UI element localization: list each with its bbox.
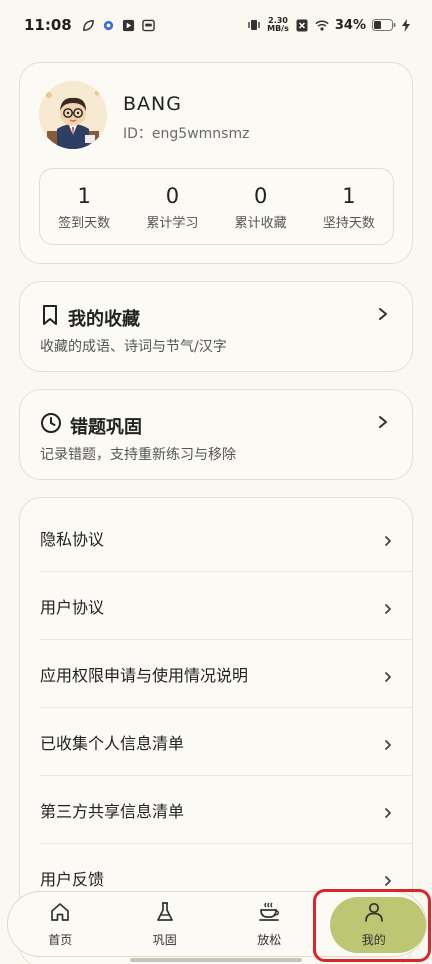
clock-icon <box>40 412 62 439</box>
leaf-app-icon <box>82 18 96 32</box>
stats-box: 1 签到天数 0 累计学习 0 累计收藏 1 坚持天数 <box>39 168 394 245</box>
status-bar: 11:08 2.30 MB/s 34% <box>0 0 432 50</box>
list-item-label: 隐私协议 <box>40 529 105 549</box>
flask-icon <box>154 901 176 927</box>
stat-label: 累计收藏 <box>234 215 287 231</box>
stat-label: 累计学习 <box>146 215 199 231</box>
list-item-privacy-policy[interactable]: 隐私协议 <box>40 504 412 572</box>
battery-percent: 34% <box>334 17 366 33</box>
list-item-collected-info[interactable]: 已收集个人信息清单 <box>40 708 412 776</box>
list-item-user-agreement[interactable]: 用户协议 <box>40 572 412 640</box>
list-item-label: 第三方共享信息清单 <box>40 801 185 821</box>
mistakes-title: 错题巩固 <box>40 412 142 439</box>
favorites-title-text: 我的收藏 <box>68 308 140 330</box>
stat-label: 坚持天数 <box>322 215 375 231</box>
net-speed-unit: MB/s <box>267 24 289 33</box>
stat-label: 签到天数 <box>58 215 111 231</box>
tab-mine[interactable]: 我的 <box>322 892 427 956</box>
tab-home[interactable]: 首页 <box>8 892 113 956</box>
chevron-right-icon <box>382 872 394 886</box>
username: BANG <box>123 93 182 115</box>
charging-icon <box>402 18 410 32</box>
chevron-right-icon <box>376 414 390 428</box>
stat-total-study: 0 累计学习 <box>128 169 216 244</box>
play-app-icon <box>122 18 136 32</box>
mistakes-title-text: 错题巩固 <box>70 416 142 438</box>
status-right: 2.30 MB/s 34% <box>247 17 410 33</box>
bottom-nav: 首页 巩固 放松 我的 <box>7 891 427 957</box>
list-item-label: 用户反馈 <box>40 870 105 889</box>
profile-card: BANG ID：eng5wmnsmz 1 签到天数 0 累计学习 0 累计收藏 … <box>19 62 413 264</box>
chevron-right-icon <box>382 736 394 750</box>
chevron-right-icon <box>382 600 394 614</box>
list-item-label: 用户协议 <box>40 597 105 617</box>
user-id: ID：eng5wmnsmz <box>123 126 250 142</box>
tab-label: 首页 <box>48 932 73 947</box>
chevron-right-icon <box>382 532 394 546</box>
tab-review[interactable]: 巩固 <box>113 892 218 956</box>
favorites-desc: 收藏的成语、诗词与节气/汉字 <box>40 339 227 355</box>
message-app-icon <box>142 18 156 32</box>
stat-checkin-days: 1 签到天数 <box>40 169 128 244</box>
tab-label: 放松 <box>257 932 282 947</box>
vibrate-icon <box>247 18 261 32</box>
list-item-third-party-sharing[interactable]: 第三方共享信息清单 <box>40 776 412 844</box>
stat-value: 0 <box>165 183 180 208</box>
mistakes-card[interactable]: 错题巩固 记录错题，支持重新练习与移除 <box>19 389 413 480</box>
bookmark-icon <box>40 304 60 331</box>
wifi-icon <box>315 18 329 32</box>
stat-value: 1 <box>342 183 356 208</box>
chevron-right-icon <box>382 668 394 682</box>
list-item-label: 应用权限申请与使用情况说明 <box>40 665 249 685</box>
coffee-cup-icon <box>258 901 280 927</box>
favorites-title: 我的收藏 <box>40 304 140 331</box>
stat-value: 0 <box>253 183 268 208</box>
stat-streak-days: 1 坚持天数 <box>305 169 393 244</box>
list-item-label: 已收集个人信息清单 <box>40 733 185 753</box>
tab-label: 巩固 <box>152 932 177 947</box>
mistakes-desc: 记录错题，支持重新练习与移除 <box>40 447 236 463</box>
tab-label: 我的 <box>361 932 386 947</box>
list-item-permissions[interactable]: 应用权限申请与使用情况说明 <box>40 640 412 708</box>
battery-icon <box>372 18 396 32</box>
avatar[interactable] <box>39 81 107 149</box>
stat-value: 1 <box>77 183 91 208</box>
home-icon <box>49 901 71 927</box>
stat-total-favorites: 0 累计收藏 <box>217 169 305 244</box>
tab-relax[interactable]: 放松 <box>217 892 322 956</box>
chevron-right-icon <box>376 306 390 320</box>
status-left: 11:08 <box>24 16 156 34</box>
sim-x-icon <box>295 18 309 32</box>
status-time: 11:08 <box>24 16 72 34</box>
chevron-right-icon <box>382 804 394 818</box>
favorites-card[interactable]: 我的收藏 收藏的成语、诗词与节气/汉字 <box>19 281 413 372</box>
user-icon <box>363 901 385 927</box>
net-speed: 2.30 MB/s <box>267 17 289 33</box>
home-indicator <box>130 958 302 962</box>
flower-app-icon <box>102 18 116 32</box>
